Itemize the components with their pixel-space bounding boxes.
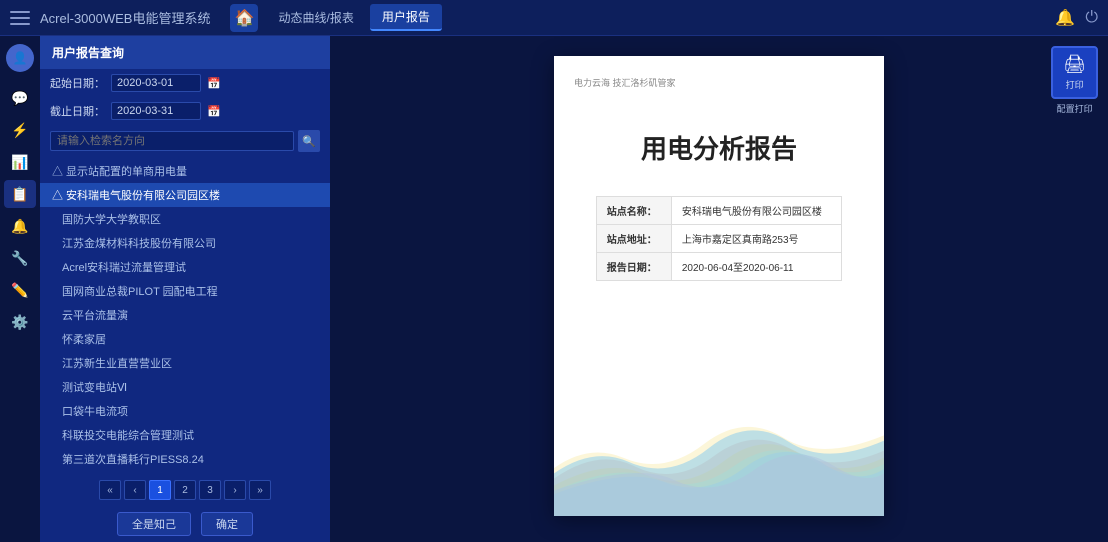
- nav-tabs: 动态曲线/报表 用户报告: [266, 4, 441, 31]
- top-bar: Acrel-3000WEB电能管理系统 🏠 动态曲线/报表 用户报告 🔔 ⏻: [0, 0, 1108, 36]
- nav-report[interactable]: 📋: [4, 180, 36, 208]
- info-key: 站点地址：: [596, 225, 671, 253]
- print-label: 打印: [1066, 78, 1084, 91]
- nav-tool[interactable]: 🔧: [4, 244, 36, 272]
- end-date-calendar-icon[interactable]: 📅: [207, 105, 221, 118]
- list-item[interactable]: △ 安科瑞电气股份有限公司园区楼: [40, 183, 330, 207]
- app-title: Acrel-3000WEB电能管理系统: [40, 8, 210, 27]
- nav-chart[interactable]: 📊: [4, 148, 36, 176]
- page-first-button[interactable]: «: [99, 480, 121, 500]
- confirm-button[interactable]: 确定: [201, 512, 253, 536]
- nav-energy[interactable]: ⚡: [4, 116, 36, 144]
- search-button[interactable]: 🔍: [298, 130, 320, 152]
- tab-energy[interactable]: 动态曲线/报表: [266, 5, 365, 30]
- wave-decoration: [554, 386, 884, 516]
- page-next-button[interactable]: ›: [224, 480, 246, 500]
- doc-top-text: 电力云海 技汇洛杉矶管家: [574, 76, 864, 89]
- list-item[interactable]: 云平台流量演: [40, 303, 330, 327]
- main-content: 用户报告查询 起始日期： 📅 截止日期： 📅 🔍 △ 显示站配置的单商用电量 △…: [40, 36, 1108, 542]
- page-last-button[interactable]: »: [249, 480, 271, 500]
- search-row: 🔍: [40, 125, 330, 157]
- doc-title: 用电分析报告: [574, 129, 864, 166]
- panel-header: 用户报告查询: [40, 36, 330, 69]
- document-preview: 电力云海 技汇洛杉矶管家 用电分析报告 站点名称： 安科瑞电气股份有限公司园区楼…: [554, 56, 884, 516]
- print-sub-label: 配置打印: [1057, 102, 1093, 115]
- table-row: 站点地址： 上海市嘉定区真南路253号: [596, 225, 842, 253]
- list-item[interactable]: 测试变电站Ⅵ: [40, 375, 330, 399]
- info-key: 报告日期：: [596, 253, 671, 281]
- left-nav: 👤 💬 ⚡ 📊 📋 🔔 🔧 ✏️ ⚙️: [0, 36, 40, 542]
- menu-icon[interactable]: [10, 11, 30, 25]
- power-icon[interactable]: ⏻: [1085, 9, 1098, 27]
- info-value: 安科瑞电气股份有限公司园区楼: [671, 197, 841, 225]
- list-item[interactable]: 科联投交电能综合管理测试: [40, 423, 330, 447]
- end-date-row: 截止日期： 📅: [40, 97, 330, 125]
- page-2-button[interactable]: 2: [174, 480, 196, 500]
- home-button[interactable]: 🏠: [230, 4, 258, 32]
- table-row: 报告日期： 2020-06-04至2020-06-11: [596, 253, 842, 281]
- list-item[interactable]: 江苏金煤材料科技股份有限公司: [40, 231, 330, 255]
- print-icon: 🖨: [1063, 54, 1086, 75]
- list-item[interactable]: △ 显示站配置的单商用电量: [40, 159, 330, 183]
- select-all-button[interactable]: 全是知己: [117, 512, 191, 536]
- list-item[interactable]: 国网商业总裁PILOT 园配电工程: [40, 279, 330, 303]
- print-button[interactable]: 🖨 打印: [1051, 46, 1098, 99]
- list-item[interactable]: Acrel安科瑞过流量管理试: [40, 255, 330, 279]
- avatar[interactable]: 👤: [6, 44, 34, 72]
- nav-alarm[interactable]: 🔔: [4, 212, 36, 240]
- start-date-calendar-icon[interactable]: 📅: [207, 77, 221, 90]
- end-date-label: 截止日期：: [50, 103, 105, 119]
- table-row: 站点名称： 安科瑞电气股份有限公司园区楼: [596, 197, 842, 225]
- home-icon: 🏠: [235, 8, 255, 28]
- list-area: △ 显示站配置的单商用电量 △ 安科瑞电气股份有限公司园区楼 国防大学大学教职区…: [40, 157, 330, 474]
- search-input[interactable]: [50, 131, 294, 151]
- doc-info-table: 站点名称： 安科瑞电气股份有限公司园区楼 站点地址： 上海市嘉定区真南路253号…: [596, 196, 843, 281]
- action-row: 全是知己 确定: [40, 506, 330, 542]
- nav-edit[interactable]: ✏️: [4, 276, 36, 304]
- start-date-input[interactable]: [111, 74, 201, 92]
- top-bar-right: 🔔 ⏻: [1055, 8, 1098, 28]
- nav-message[interactable]: 💬: [4, 84, 36, 112]
- list-item[interactable]: 怀柔家居: [40, 327, 330, 351]
- page-3-button[interactable]: 3: [199, 480, 221, 500]
- info-value: 上海市嘉定区真南路253号: [671, 225, 841, 253]
- print-area: 🖨 打印 配置打印: [1051, 46, 1098, 115]
- pagination: « ‹ 1 2 3 › »: [40, 474, 330, 506]
- info-value: 2020-06-04至2020-06-11: [671, 253, 841, 281]
- end-date-input[interactable]: [111, 102, 201, 120]
- tab-user[interactable]: 用户报告: [370, 4, 442, 31]
- left-panel: 用户报告查询 起始日期： 📅 截止日期： 📅 🔍 △ 显示站配置的单商用电量 △…: [40, 36, 330, 542]
- list-item[interactable]: 国防大学大学教职区: [40, 207, 330, 231]
- list-item[interactable]: 江苏新生业直营营业区: [40, 351, 330, 375]
- page-1-button[interactable]: 1: [149, 480, 171, 500]
- start-date-label: 起始日期：: [50, 75, 105, 91]
- start-date-row: 起始日期： 📅: [40, 69, 330, 97]
- bell-icon[interactable]: 🔔: [1055, 8, 1075, 28]
- nav-settings[interactable]: ⚙️: [4, 308, 36, 336]
- list-item[interactable]: 第三道次直播耗行PIESS8.24: [40, 447, 330, 471]
- list-item[interactable]: 口袋牛电流项: [40, 399, 330, 423]
- right-panel: 电力云海 技汇洛杉矶管家 用电分析报告 站点名称： 安科瑞电气股份有限公司园区楼…: [330, 36, 1108, 542]
- info-key: 站点名称：: [596, 197, 671, 225]
- page-prev-button[interactable]: ‹: [124, 480, 146, 500]
